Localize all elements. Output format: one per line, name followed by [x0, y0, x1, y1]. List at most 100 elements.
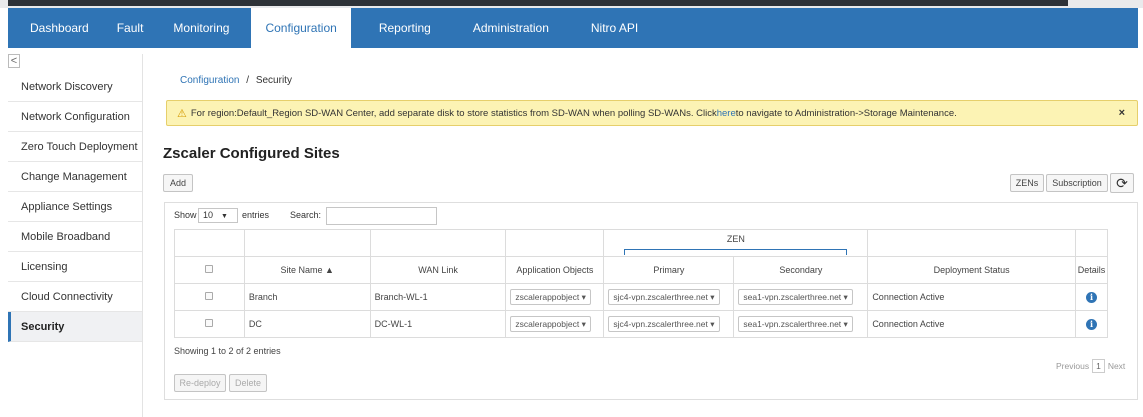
search-label: Search:: [290, 210, 322, 220]
site-name-cell: DC: [243, 310, 371, 338]
sidebar: < Network Discovery Network Configuratio…: [8, 54, 142, 417]
secondary-cell: sea1-vpn.zscalerthree.net ▾: [733, 283, 869, 311]
banner-text-after: to navigate to Administration->Storage M…: [735, 107, 957, 119]
breadcrumb-current: Security: [255, 75, 292, 86]
column-primary[interactable]: Primary: [603, 256, 735, 284]
header-blank: [1074, 229, 1109, 257]
sidebar-item-network-configuration[interactable]: Network Configuration: [8, 102, 142, 132]
application-objects-cell: zscalerappobject ▾: [505, 310, 605, 338]
application-object-select[interactable]: zscalerappobject ▾: [510, 316, 591, 332]
redeploy-button[interactable]: Re-deploy: [174, 374, 226, 392]
site-name-cell: Branch: [243, 283, 371, 311]
sidebar-item-zero-touch-deployment[interactable]: Zero Touch Deployment: [8, 132, 142, 162]
search-input[interactable]: [326, 207, 437, 225]
sidebar-item-appliance-settings[interactable]: Appliance Settings: [8, 192, 142, 222]
window-top-strip: [0, 0, 1143, 8]
primary-zen-select[interactable]: sjc4-vpn.zscalerthree.net ▾: [608, 289, 720, 305]
primary-zen-select[interactable]: sjc4-vpn.zscalerthree.net ▾: [608, 316, 720, 332]
close-banner-button[interactable]: ×: [1119, 107, 1125, 119]
collapse-sidebar-button[interactable]: <: [8, 54, 20, 68]
application-object-select[interactable]: zscalerappobject ▾: [510, 289, 591, 305]
column-secondary[interactable]: Secondary: [733, 256, 869, 284]
select-all-checkbox-cell: [174, 256, 245, 284]
refresh-icon[interactable]: ⟳: [1110, 173, 1134, 193]
tab-configuration[interactable]: Configuration: [251, 8, 351, 48]
application-object-value: zscalerappobject: [515, 319, 580, 329]
deployment-status-cell: Connection Active: [867, 283, 1076, 311]
title-bar: [8, 0, 1068, 6]
sidebar-item-security[interactable]: Security: [8, 312, 142, 342]
show-label: Show: [174, 210, 197, 220]
row-checkbox[interactable]: [205, 292, 214, 300]
zen-group-label: ZEN: [726, 234, 745, 244]
page-title: Zscaler Configured Sites: [163, 145, 340, 162]
zen-group-header: ZEN: [603, 229, 869, 257]
delete-button[interactable]: Delete: [229, 374, 267, 392]
tab-reporting[interactable]: Reporting: [351, 8, 453, 48]
table-row: Branch Branch-WL-1 zscalerappobject ▾ sj…: [174, 283, 1109, 311]
header-blank: [505, 229, 605, 257]
breadcrumb-separator: /: [246, 75, 250, 86]
header-blank: [369, 229, 507, 257]
sidebar-divider: [142, 54, 143, 417]
header-blank: [867, 229, 1076, 257]
header-blank: [243, 229, 371, 257]
header-blank: [174, 229, 245, 257]
breadcrumb-configuration[interactable]: Configuration: [180, 75, 239, 86]
tab-administration[interactable]: Administration: [453, 8, 571, 48]
warning-icon: ⚠: [177, 107, 187, 120]
application-object-value: zscalerappobject: [515, 292, 580, 302]
column-deployment-status[interactable]: Deployment Status: [867, 256, 1076, 284]
application-objects-cell: zscalerappobject ▾: [505, 283, 605, 311]
showing-entries-text: Showing 1 to 2 of 2 entries: [174, 346, 281, 356]
tab-monitoring[interactable]: Monitoring: [155, 8, 251, 48]
add-button[interactable]: Add: [163, 174, 193, 192]
sidebar-item-licensing[interactable]: Licensing: [8, 252, 142, 282]
next-page-button[interactable]: Next: [1108, 361, 1125, 371]
page-size-select[interactable]: 10 ▼: [198, 208, 238, 223]
secondary-zen-select[interactable]: sea1-vpn.zscalerthree.net ▾: [738, 289, 853, 305]
details-cell: i: [1074, 310, 1109, 338]
column-site-name[interactable]: Site Name ▲: [243, 256, 371, 284]
details-cell: i: [1074, 283, 1109, 311]
sidebar-item-cloud-connectivity[interactable]: Cloud Connectivity: [8, 282, 142, 312]
group-header-row: ZEN: [174, 229, 1109, 257]
secondary-zen-value: sea1-vpn.zscalerthree.net: [743, 319, 842, 329]
info-icon[interactable]: i: [1085, 291, 1097, 303]
primary-cell: sjc4-vpn.zscalerthree.net ▾: [603, 283, 735, 311]
banner-text-before: For region:Default_Region SD-WAN Center,…: [190, 107, 717, 119]
select-all-checkbox[interactable]: [205, 265, 214, 273]
banner-here-link[interactable]: here: [717, 108, 736, 119]
sidebar-item-network-discovery[interactable]: Network Discovery: [8, 72, 142, 102]
row-checkbox-cell: [174, 310, 245, 338]
column-details[interactable]: Details: [1074, 256, 1109, 284]
zen-bracket: [624, 249, 848, 255]
tab-dashboard[interactable]: Dashboard: [8, 8, 109, 48]
column-wan-link[interactable]: WAN Link: [369, 256, 507, 284]
column-application-objects[interactable]: Application Objects: [505, 256, 605, 284]
subscription-button[interactable]: Subscription: [1046, 174, 1108, 192]
deployment-status-cell: Connection Active: [867, 310, 1076, 338]
sidebar-item-change-management[interactable]: Change Management: [8, 162, 142, 192]
tab-fault[interactable]: Fault: [109, 8, 156, 48]
warning-banner: ⚠ For region:Default_Region SD-WAN Cente…: [166, 100, 1138, 126]
entries-label: entries: [242, 210, 270, 220]
top-nav: Dashboard Fault Monitoring Configuration…: [8, 8, 1138, 48]
info-icon[interactable]: i: [1085, 318, 1097, 330]
column-header-row: Site Name ▲ WAN Link Application Objects…: [174, 256, 1109, 284]
wan-link-cell: DC-WL-1: [369, 310, 507, 338]
previous-page-button[interactable]: Previous: [1056, 361, 1089, 371]
page-size-value: 10: [203, 210, 214, 220]
sidebar-item-mobile-broadband[interactable]: Mobile Broadband: [8, 222, 142, 252]
zens-button[interactable]: ZENs: [1010, 174, 1044, 192]
primary-zen-value: sjc4-vpn.zscalerthree.net: [613, 292, 708, 302]
table-row: DC DC-WL-1 zscalerappobject ▾ sjc4-vpn.z…: [174, 310, 1109, 338]
row-checkbox[interactable]: [205, 319, 214, 327]
primary-cell: sjc4-vpn.zscalerthree.net ▾: [603, 310, 735, 338]
page-1-button[interactable]: 1: [1092, 359, 1105, 373]
secondary-cell: sea1-vpn.zscalerthree.net ▾: [733, 310, 869, 338]
tab-nitro-api[interactable]: Nitro API: [571, 8, 658, 48]
pagination: Previous 1 Next: [1056, 359, 1125, 373]
secondary-zen-select[interactable]: sea1-vpn.zscalerthree.net ▾: [738, 316, 853, 332]
primary-zen-value: sjc4-vpn.zscalerthree.net: [613, 319, 708, 329]
